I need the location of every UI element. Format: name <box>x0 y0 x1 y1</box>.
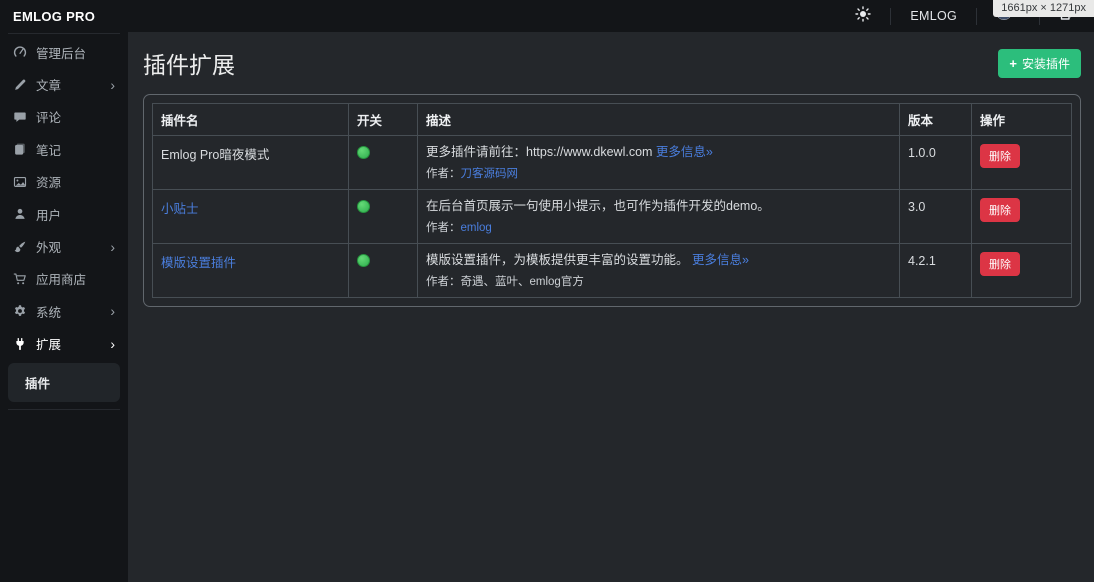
sidebar-item-dashboard[interactable]: 管理后台 <box>0 36 128 68</box>
plugin-name-link[interactable]: 模版设置插件 <box>161 256 236 270</box>
author-label: 作者： <box>426 276 461 288</box>
author-names: 奇遇、蓝叶、emlog官方 <box>461 276 584 288</box>
plugins-card: 插件名 开关 描述 版本 操作 Emlog Pro暗夜模式 更多插件请前往：ht… <box>143 94 1081 307</box>
gear-icon <box>13 304 27 318</box>
sidebar-item-app-store[interactable]: 应用商店 <box>0 263 128 295</box>
table-header-row: 插件名 开关 描述 版本 操作 <box>153 104 1072 136</box>
plugin-enabled-toggle[interactable] <box>357 146 370 159</box>
table-row: 小贴士 在后台首页展示一句使用小提示，也可作为插件开发的demo。 作者：eml… <box>153 190 1072 244</box>
sun-icon <box>855 6 871 27</box>
pencil-icon <box>13 78 27 92</box>
sidebar-item-extensions[interactable]: 扩展 › <box>0 328 128 360</box>
author-link[interactable]: 刀客源码网 <box>461 168 519 180</box>
col-header-version: 版本 <box>900 104 972 136</box>
sidebar-item-label: 扩展 <box>36 334 61 353</box>
author-label: 作者： <box>426 222 461 234</box>
person-icon <box>13 207 27 221</box>
install-plugin-button[interactable]: + 安装插件 <box>998 49 1081 78</box>
table-row: Emlog Pro暗夜模式 更多插件请前往：https://www.dkewl.… <box>153 136 1072 190</box>
sidebar-item-notes[interactable]: 笔记 <box>0 133 128 165</box>
author-link[interactable]: emlog <box>461 222 492 234</box>
image-icon <box>13 175 27 189</box>
delete-button[interactable]: 删除 <box>980 144 1020 168</box>
sidebar-item-label: 系统 <box>36 302 61 321</box>
plugins-table: 插件名 开关 描述 版本 操作 Emlog Pro暗夜模式 更多插件请前往：ht… <box>152 103 1072 298</box>
screenshot-size-badge: 1661px × 1271px <box>993 0 1094 17</box>
sidebar-item-resources[interactable]: 资源 <box>0 166 128 198</box>
app-logo[interactable]: EMLOG PRO <box>0 0 128 33</box>
col-header-name: 插件名 <box>153 104 349 136</box>
gauge-icon <box>13 45 27 59</box>
more-info-link[interactable]: 更多信息» <box>692 253 749 267</box>
plugin-name: Emlog Pro暗夜模式 <box>161 148 269 162</box>
topbar: EMLOG <box>128 0 1094 32</box>
plugin-description: 模版设置插件，为模板提供更丰富的设置功能。 <box>426 253 689 267</box>
col-header-switch: 开关 <box>349 104 418 136</box>
sidebar-item-comments[interactable]: 评论 <box>0 101 128 133</box>
plugin-version: 3.0 <box>908 200 925 214</box>
col-header-actions: 操作 <box>972 104 1072 136</box>
sidebar-item-label: 外观 <box>36 237 61 256</box>
divider <box>8 409 120 410</box>
sidebar: EMLOG PRO 管理后台 文章 › 评论 笔记 资源 用户 <box>0 0 128 582</box>
chevron-right-icon: › <box>110 304 115 318</box>
sidebar-item-label: 管理后台 <box>36 43 86 62</box>
sidebar-item-system[interactable]: 系统 › <box>0 295 128 327</box>
sidebar-item-label: 文章 <box>36 75 61 94</box>
author-label: 作者： <box>426 168 461 180</box>
chevron-right-icon: › <box>110 240 115 254</box>
plus-icon: + <box>1009 57 1017 70</box>
more-info-link[interactable]: 更多信息» <box>656 145 713 159</box>
chevron-right-icon: › <box>110 78 115 92</box>
sidebar-item-label: 评论 <box>36 107 61 126</box>
sidebar-item-label: 资源 <box>36 172 61 191</box>
col-header-description: 描述 <box>418 104 900 136</box>
table-row: 模版设置插件 模版设置插件，为模板提供更丰富的设置功能。 更多信息» 作者：奇遇… <box>153 244 1072 298</box>
journals-icon <box>13 142 27 156</box>
plugin-name-link[interactable]: 小贴士 <box>161 202 199 216</box>
install-plugin-label: 安装插件 <box>1022 55 1070 72</box>
sidebar-item-users[interactable]: 用户 <box>0 198 128 230</box>
plugin-version: 1.0.0 <box>908 146 936 160</box>
sidebar-nav: 管理后台 文章 › 评论 笔记 资源 用户 外观 › <box>0 34 128 410</box>
plugin-enabled-toggle[interactable] <box>357 200 370 213</box>
brush-icon <box>13 240 27 254</box>
plugin-description: 更多插件请前往：https://www.dkewl.com <box>426 145 652 159</box>
sidebar-item-articles[interactable]: 文章 › <box>0 68 128 100</box>
chevron-right-icon: › <box>110 337 115 351</box>
brand-text: EMLOG <box>910 9 957 23</box>
sidebar-item-label: 用户 <box>36 205 61 224</box>
delete-button[interactable]: 删除 <box>980 252 1020 276</box>
page-title: 插件扩展 <box>143 46 235 80</box>
delete-button[interactable]: 删除 <box>980 198 1020 222</box>
plugin-description: 在后台首页展示一句使用小提示，也可作为插件开发的demo。 <box>426 199 770 213</box>
plug-icon <box>13 337 27 351</box>
cart-icon <box>13 272 27 286</box>
sidebar-item-appearance[interactable]: 外观 › <box>0 230 128 262</box>
theme-toggle-button[interactable] <box>836 0 890 32</box>
sidebar-item-label: 笔记 <box>36 140 61 159</box>
sidebar-item-label: 应用商店 <box>36 269 86 288</box>
sidebar-subitem-plugins[interactable]: 插件 <box>8 363 120 402</box>
chat-icon <box>13 110 27 124</box>
plugin-enabled-toggle[interactable] <box>357 254 370 267</box>
site-home-link[interactable]: EMLOG <box>891 0 976 32</box>
main-content: 插件扩展 + 安装插件 插件名 开关 描述 版本 操作 Emlog Pro暗夜模… <box>128 32 1094 582</box>
plugin-version: 4.2.1 <box>908 254 936 268</box>
